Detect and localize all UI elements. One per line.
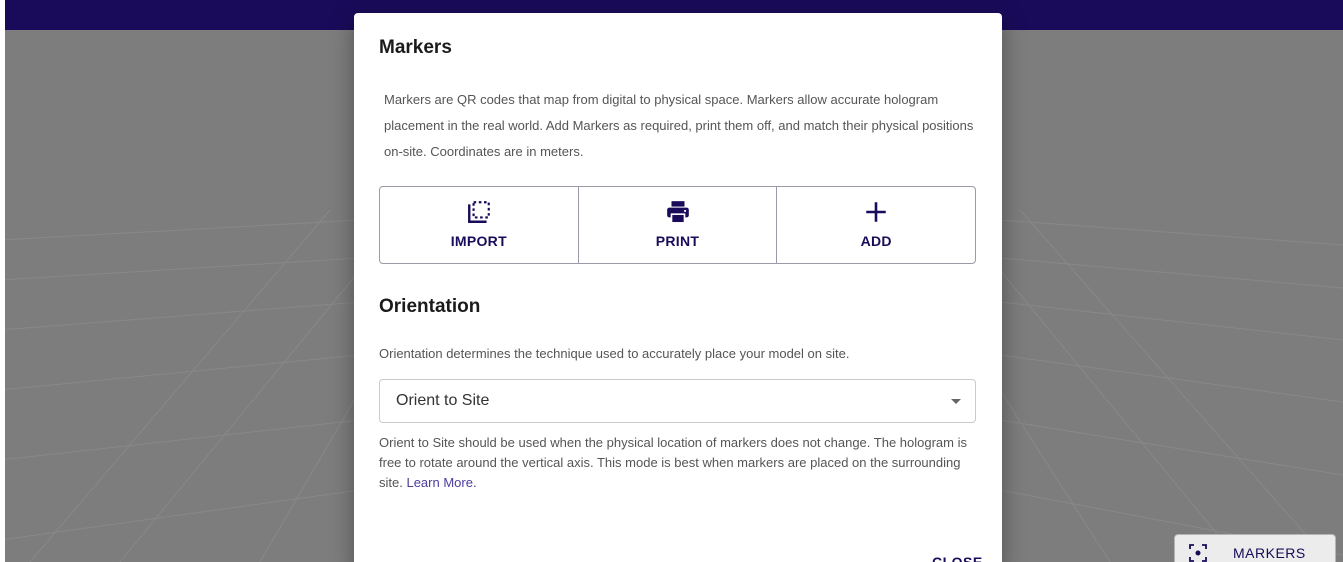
markers-button[interactable]: MARKERS — [1174, 534, 1336, 562]
orientation-description: Orientation determines the technique use… — [379, 346, 850, 361]
orientation-title: Orientation — [379, 296, 481, 317]
markers-button-label: MARKERS — [1233, 545, 1306, 561]
markers-dialog: Markers Markers are QR codes that map fr… — [354, 13, 1002, 562]
print-label: PRINT — [655, 233, 700, 249]
close-button[interactable]: CLOSE — [932, 554, 983, 562]
orientation-select[interactable]: Orient to Site — [379, 379, 976, 423]
learn-more-link[interactable]: Learn More. — [406, 475, 476, 490]
markers-title: Markers — [379, 37, 452, 58]
markers-actions: IMPORT PRINT ADD — [379, 186, 976, 264]
printer-icon — [666, 201, 689, 224]
orientation-select-value: Orient to Site — [396, 392, 490, 409]
markers-description: Markers are QR codes that map from digit… — [384, 92, 974, 159]
import-button[interactable]: IMPORT — [380, 187, 579, 263]
add-label: ADD — [860, 233, 892, 249]
print-button[interactable]: PRINT — [579, 187, 778, 263]
caret-down-icon — [951, 399, 961, 404]
import-icon — [467, 201, 490, 223]
marker-scan-icon — [1189, 544, 1207, 562]
plus-icon — [866, 202, 886, 222]
left-edge-strip — [0, 0, 5, 562]
import-label: IMPORT — [450, 233, 507, 249]
orientation-mode-description: Orient to Site should be used when the p… — [379, 433, 979, 493]
add-button[interactable]: ADD — [777, 187, 975, 263]
